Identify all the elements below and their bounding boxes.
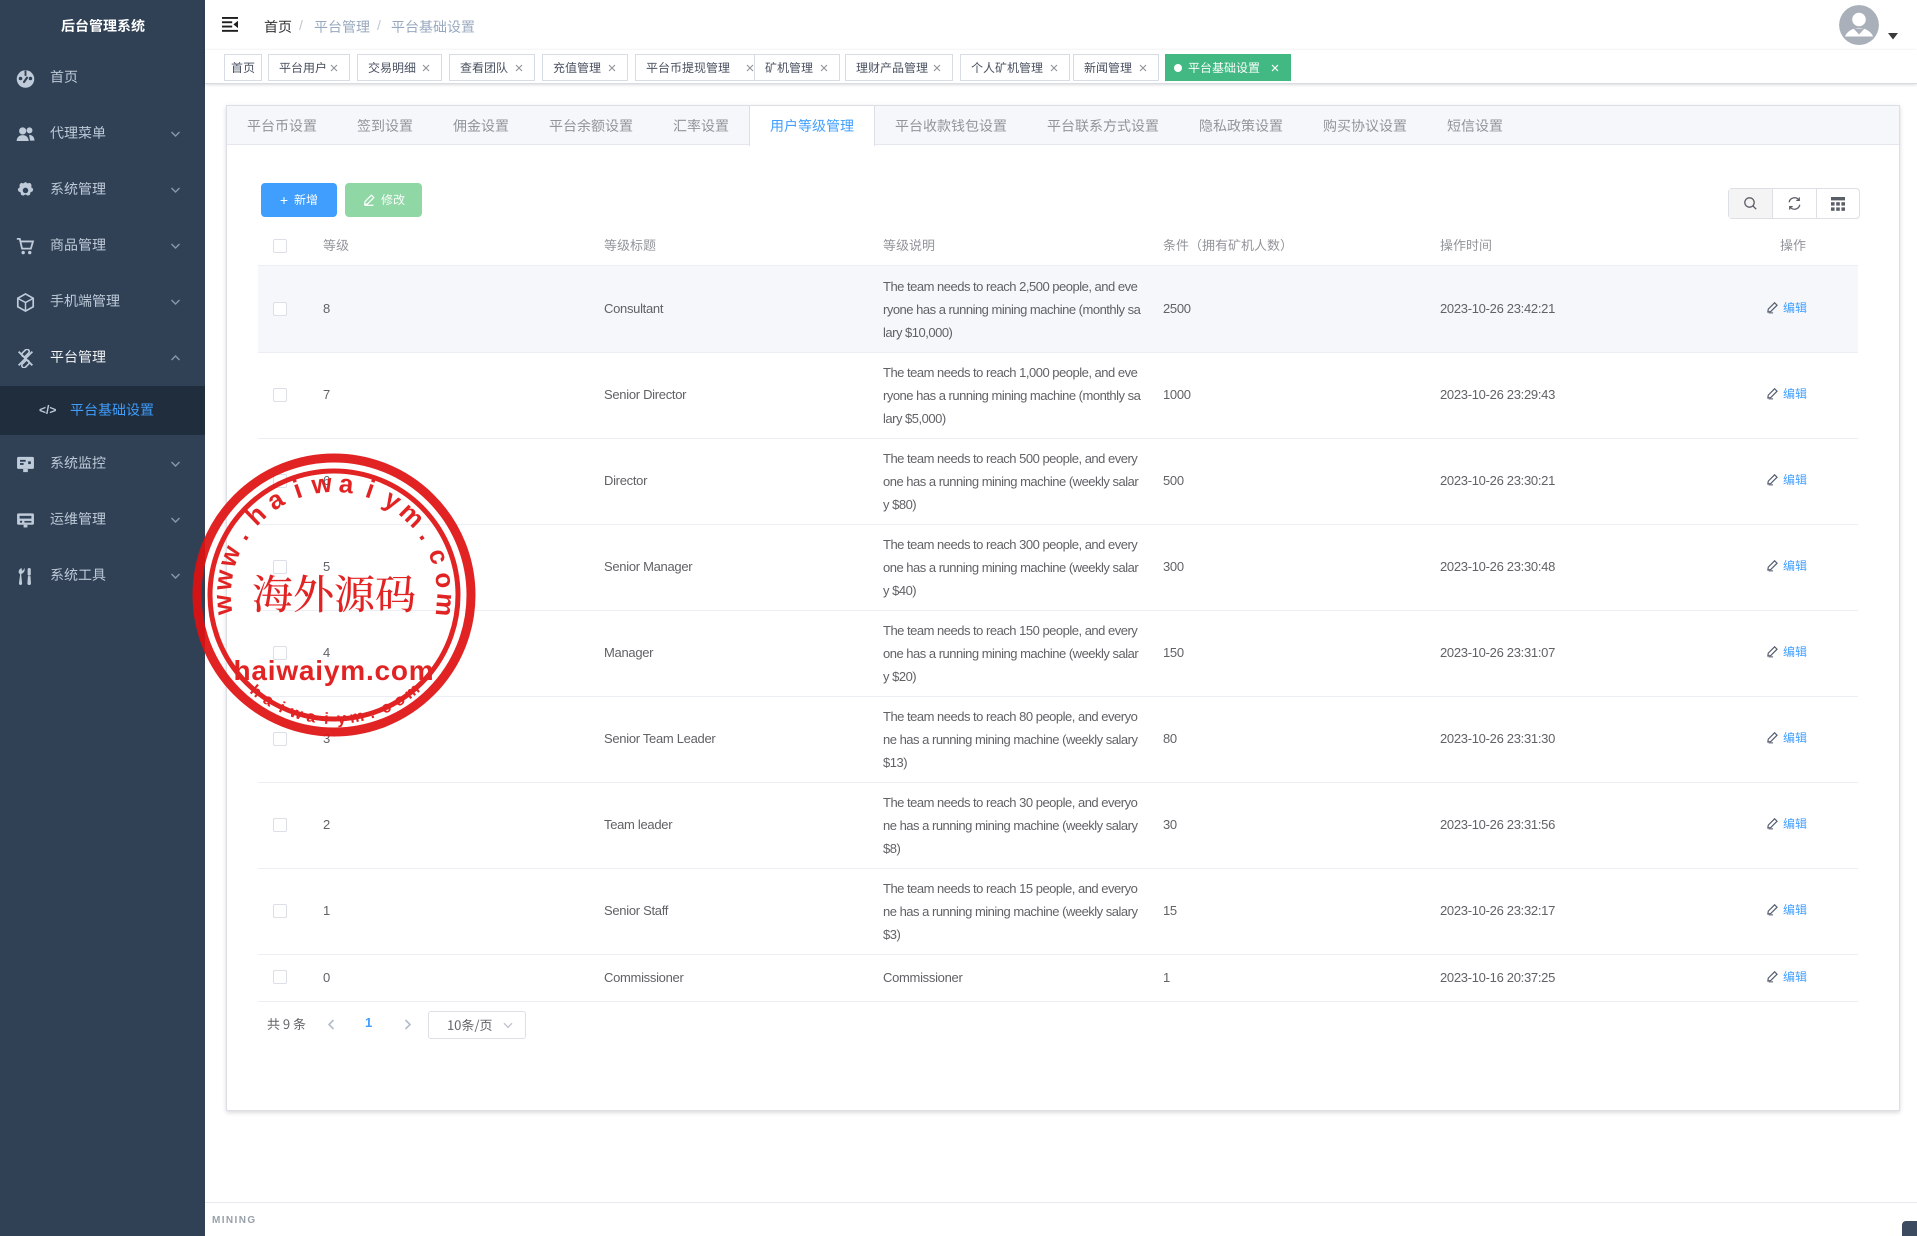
svg-text:a: a [305,708,317,726]
svg-text:w: w [211,541,247,572]
svg-text:c: c [422,544,455,568]
svg-text:y: y [337,711,347,729]
svg-text:a: a [261,483,290,516]
svg-text:w: w [207,593,239,618]
svg-text:m: m [348,708,365,727]
svg-text:.: . [226,523,255,545]
svg-text:i: i [362,474,379,505]
svg-text:i: i [324,711,329,728]
svg-text:haiwaiym.com: haiwaiym.com [233,655,434,686]
svg-text:w: w [207,567,240,593]
svg-text:.: . [413,523,442,545]
svg-text:w: w [309,468,334,500]
svg-text:h: h [240,499,272,532]
svg-text:i: i [289,474,306,505]
svg-text:a: a [337,468,355,499]
svg-text:m: m [430,592,462,618]
svg-text:c: c [379,698,394,717]
